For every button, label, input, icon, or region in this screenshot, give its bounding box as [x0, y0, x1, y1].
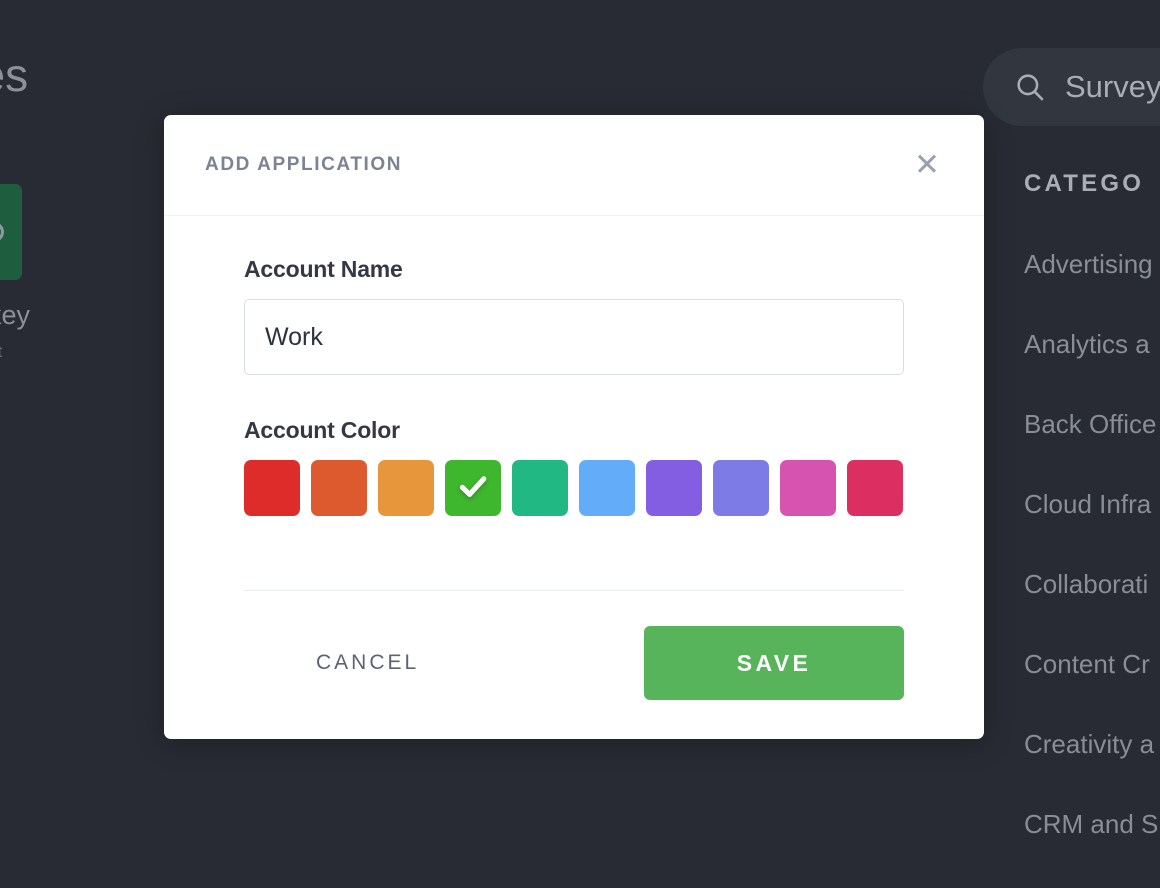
category-item[interactable]: Creativity a [1024, 728, 1160, 808]
color-swatch-orange[interactable] [378, 460, 434, 516]
color-swatch-red[interactable] [244, 460, 300, 516]
category-item[interactable]: Back Office [1024, 408, 1160, 488]
account-color-label: Account Color [244, 417, 400, 443]
color-swatch-row [244, 460, 943, 516]
close-icon[interactable]: ✕ [908, 148, 946, 183]
check-icon [456, 470, 490, 507]
save-button[interactable]: SAVE [644, 626, 904, 700]
color-swatch-green[interactable] [445, 460, 501, 516]
dialog-title: ADD APPLICATION [205, 154, 403, 175]
color-swatch-pink[interactable] [780, 460, 836, 516]
search-icon [1013, 70, 1047, 104]
color-swatch-orange-red[interactable] [311, 460, 367, 516]
category-item[interactable]: Cloud Infra [1024, 488, 1160, 568]
dialog-body: Account Name Account Color [164, 216, 984, 700]
categories-list: Advertising Analytics a Back Office Clou… [1024, 248, 1160, 888]
category-item[interactable]: Advertising [1024, 248, 1160, 328]
app-tile-card[interactable] [0, 184, 22, 280]
cancel-button[interactable]: CANCEL [244, 635, 447, 691]
category-item[interactable]: CRM and S [1024, 808, 1160, 888]
categories-heading: CATEGO [1024, 170, 1145, 197]
color-swatch-crimson[interactable] [847, 460, 903, 516]
search-input[interactable]: Survey [983, 48, 1160, 126]
category-item[interactable]: Collaborati [1024, 568, 1160, 648]
category-item[interactable]: Analytics a [1024, 328, 1160, 408]
color-swatch-teal[interactable] [512, 460, 568, 516]
color-swatch-indigo[interactable] [713, 460, 769, 516]
background-page-heading: ries [0, 49, 29, 101]
dialog-footer: CANCEL SAVE [244, 626, 904, 700]
surveymonkey-logo-icon [0, 222, 4, 242]
app-tile-subtitle: upport [0, 342, 2, 362]
add-application-dialog: ADD APPLICATION ✕ Account Name Account C… [164, 115, 984, 739]
footer-divider [244, 590, 904, 591]
dialog-header: ADD APPLICATION ✕ [164, 115, 984, 216]
color-swatch-light-blue[interactable] [579, 460, 635, 516]
search-input-value: Survey [1065, 69, 1160, 104]
account-name-input[interactable] [244, 299, 904, 375]
app-tile-title: onkey [0, 300, 31, 330]
category-item[interactable]: Content Cr [1024, 648, 1160, 728]
account-name-label: Account Name [244, 256, 403, 282]
color-swatch-purple[interactable] [646, 460, 702, 516]
